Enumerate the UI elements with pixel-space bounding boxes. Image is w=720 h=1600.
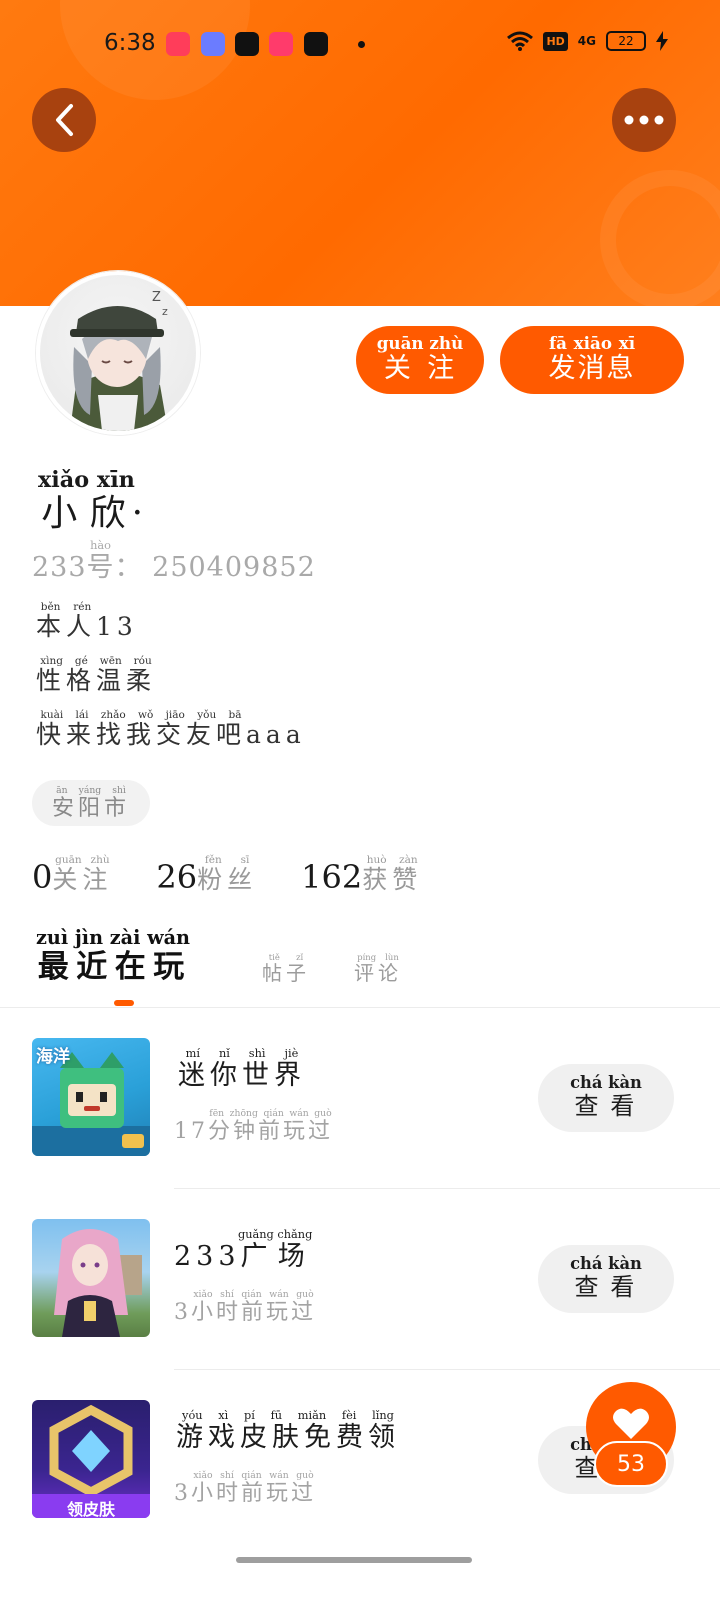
app-notification-icon	[201, 32, 225, 56]
bio-line: 本人běn rén13	[36, 601, 138, 641]
bio-line: 快来找我交友吧kuài lái zhǎo wǒ jiāo yǒu bāaaa	[36, 709, 306, 749]
avatar-illustration: Z z	[70, 290, 168, 431]
likes-count: 162	[301, 858, 363, 896]
fans-label: 粉丝fěn sī	[197, 854, 258, 894]
fans-count: 26	[156, 858, 198, 896]
chevron-left-icon	[56, 104, 73, 136]
tab-comments[interactable]: 评论píng lùn	[354, 952, 402, 986]
status-bar: 6:38 HD 4G 22	[0, 28, 720, 62]
profile-header-banner: 6:38 HD 4G 22	[0, 0, 720, 306]
following-label: 关注guān zhù	[52, 854, 113, 894]
following-count: 0	[32, 858, 53, 896]
tab-posts[interactable]: 帖子tiě zǐ	[262, 952, 310, 986]
tiktok-icon	[304, 32, 328, 56]
user-id: 233号hào： 250409852	[32, 538, 316, 583]
game-title: 游戏皮肤免费领yóu xì pí fū miǎn fèi lǐng	[176, 1408, 400, 1453]
list-item[interactable]: 海洋 迷你世界mí nǐ shì jiè 17分钟前玩过fēn zhōng qi…	[0, 1008, 720, 1189]
tab-recently-played[interactable]: 最近在玩zuì jìn zài wán	[36, 926, 190, 986]
more-dots-icon	[624, 115, 664, 125]
like-count-badge: 53	[594, 1441, 668, 1487]
back-button[interactable]	[32, 88, 96, 152]
likes-label: 获赞huò zàn	[362, 854, 423, 894]
app-notification-icon	[166, 32, 190, 56]
capcut-icon	[235, 32, 259, 56]
more-notifications-dot	[358, 41, 365, 48]
avatar[interactable]: Z z	[36, 271, 200, 435]
status-time: 6:38	[104, 30, 156, 56]
charging-icon	[656, 31, 668, 51]
list-item[interactable]: 233广场guǎng chǎng 3小时前玩过xiǎo shí qián wán…	[0, 1189, 720, 1370]
game-thumbnail: 海洋	[32, 1038, 150, 1156]
svg-text:z: z	[162, 305, 168, 318]
game-title: 233广场guǎng chǎng	[174, 1227, 313, 1272]
profile-tabs: 最近在玩zuì jìn zài wán 帖子tiě zǐ 评论píng lùn	[36, 926, 686, 1006]
wifi-icon	[507, 31, 534, 51]
plaza-character-art	[54, 1229, 142, 1337]
video-app-icon	[269, 32, 293, 56]
send-message-button[interactable]: 发消息fā xiāo xī	[500, 326, 684, 394]
home-indicator[interactable]	[236, 1557, 472, 1563]
profile-stats: 0 关注guān zhù 26 粉丝fěn sī 162 获赞huò zàn	[32, 854, 423, 896]
network-type: 4G	[577, 34, 596, 48]
svg-text:Z: Z	[152, 290, 161, 305]
thumbnail-label: 领皮肤	[66, 1500, 115, 1518]
bio-line: 性格温柔xìng gé wēn róu	[36, 655, 157, 695]
follow-button[interactable]: 关注guān zhù	[356, 326, 484, 394]
stat-following[interactable]: 0 关注guān zhù	[32, 854, 113, 896]
more-options-button[interactable]	[612, 88, 676, 152]
game-thumbnail: 领皮肤	[32, 1400, 150, 1518]
stat-fans[interactable]: 26 粉丝fěn sī	[156, 854, 258, 896]
location-tag: 安阳市ān yáng shì	[32, 780, 151, 826]
decorative-ring	[600, 170, 720, 306]
heart-icon	[613, 1408, 649, 1439]
stat-likes[interactable]: 162 获赞huò zàn	[301, 854, 423, 896]
view-button[interactable]: 查看chá kàn	[538, 1245, 674, 1313]
view-button[interactable]: 查看chá kàn	[538, 1064, 674, 1132]
last-played: 3小时前玩过xiǎo shí qián wán guò	[174, 1470, 317, 1506]
battery-icon: 22	[606, 31, 646, 51]
hd-badge: HD	[543, 31, 568, 51]
last-played: 17分钟前玩过fēn zhōng qián wán guò	[174, 1108, 334, 1144]
thumbnail-label: 海洋	[36, 1047, 70, 1067]
game-title: 迷你世界mí nǐ shì jiè	[178, 1046, 306, 1091]
username: 小欣xiǎo xīn·	[38, 467, 150, 534]
game-thumbnail	[32, 1219, 150, 1337]
active-tab-indicator	[114, 1000, 134, 1006]
last-played: 3小时前玩过xiǎo shí qián wán guò	[174, 1289, 317, 1325]
